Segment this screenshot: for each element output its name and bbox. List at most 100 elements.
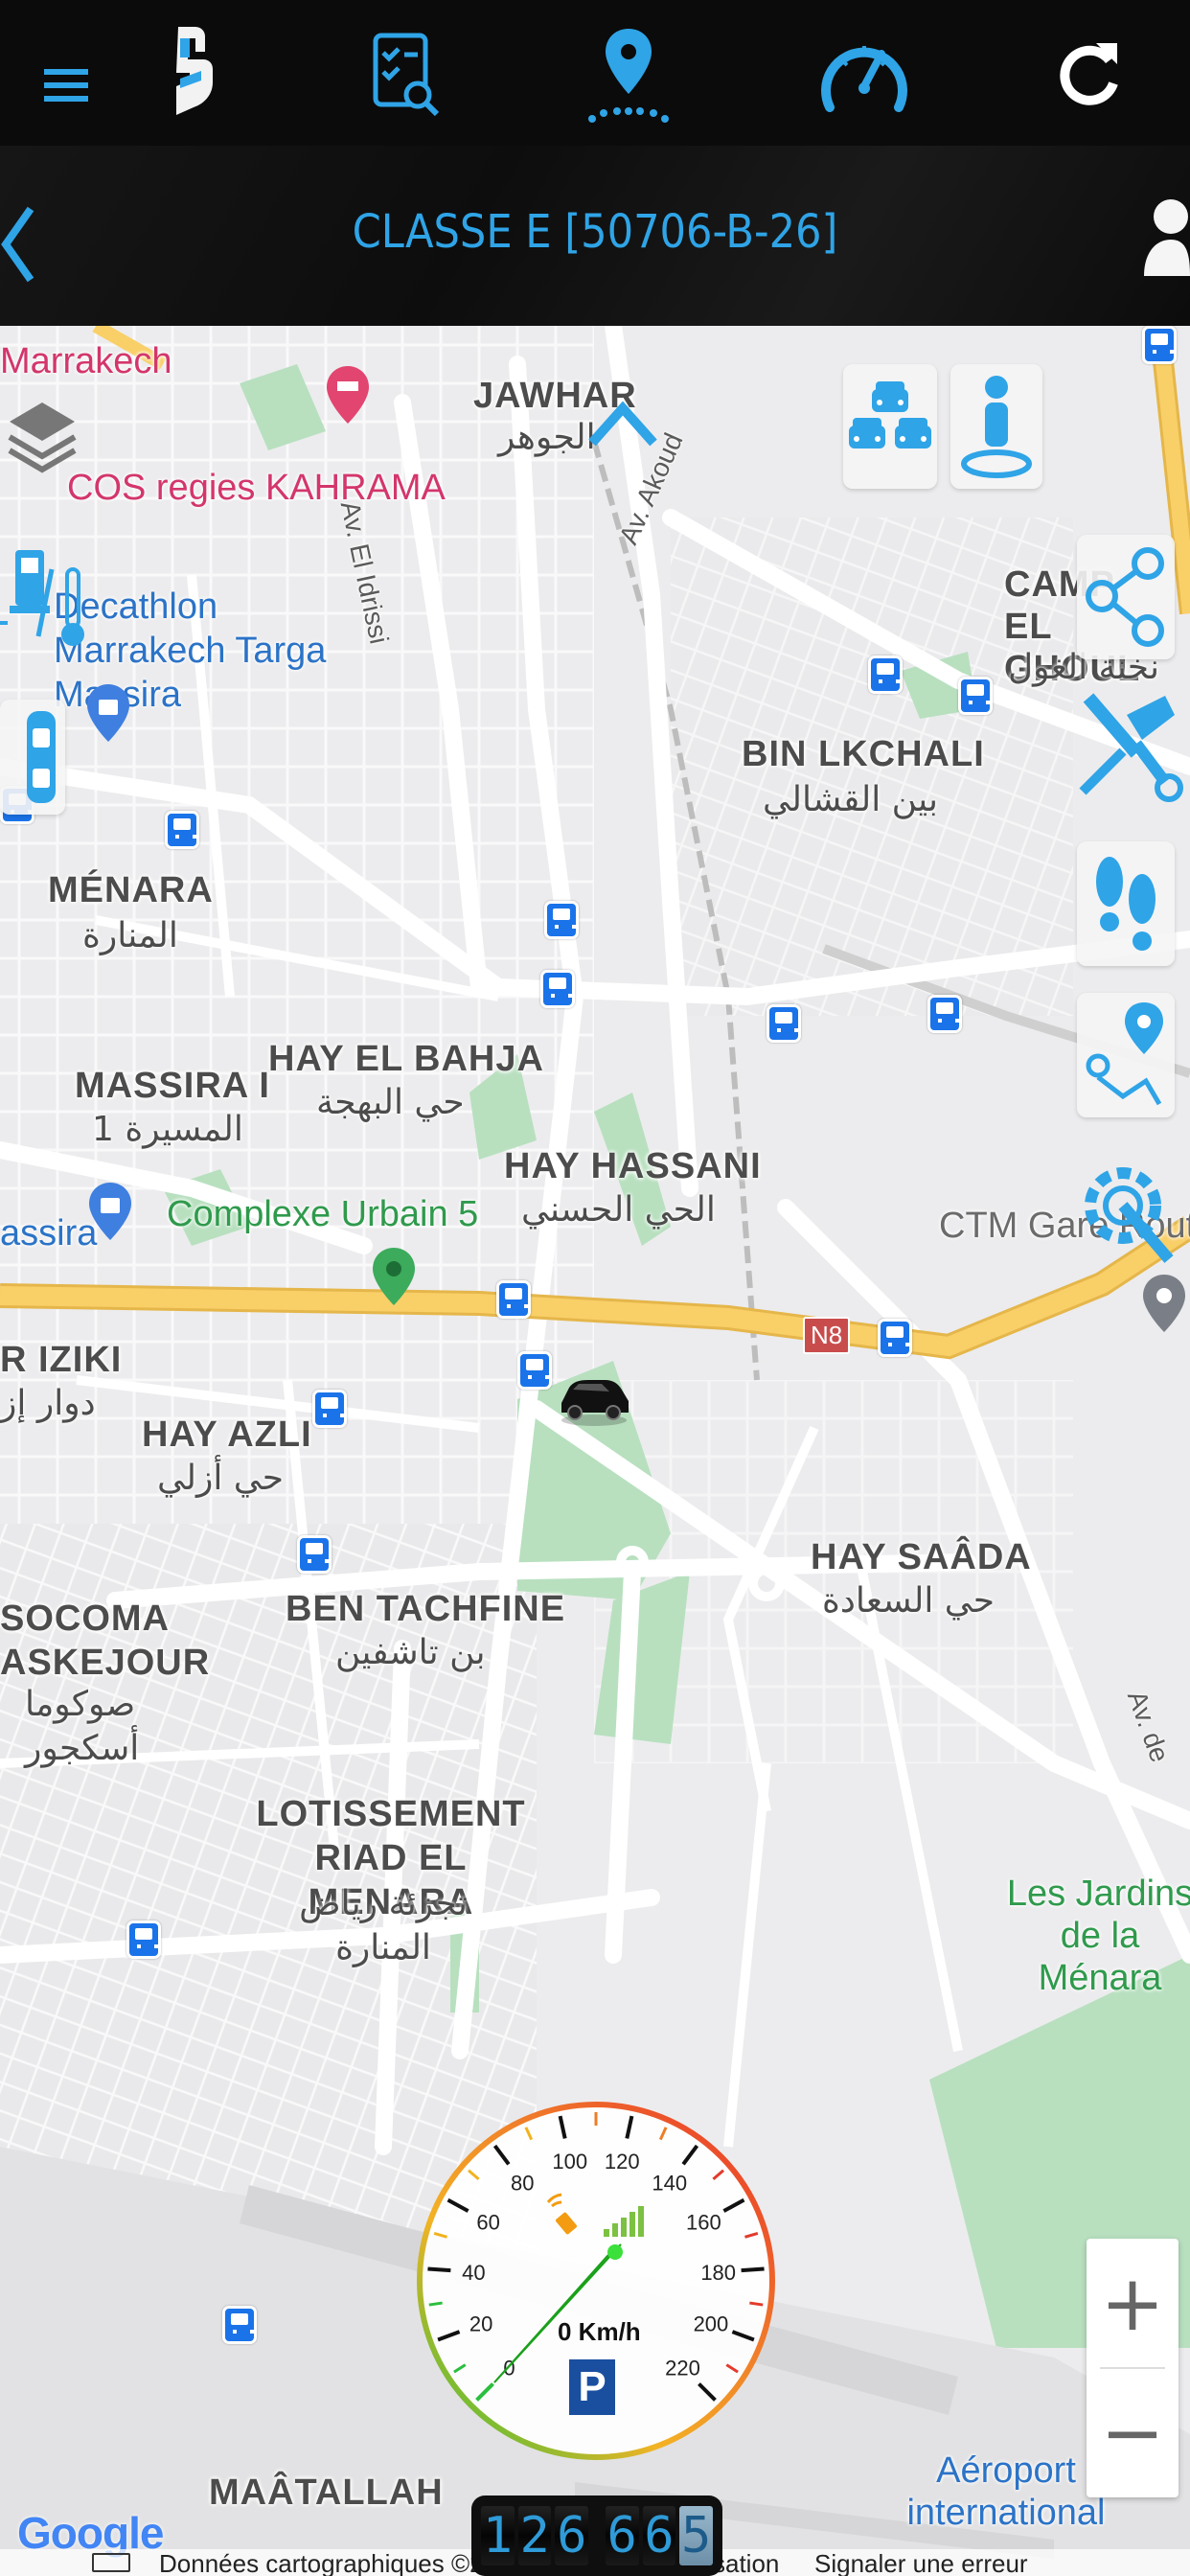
bus-stop-icon[interactable]: [927, 995, 962, 1033]
bus-stop-icon[interactable]: [312, 1390, 347, 1428]
district-riad-el-menara-ar-text: تجزئة رياض المنارة: [299, 1884, 468, 1967]
vehicle-marker-icon[interactable]: [556, 1370, 632, 1428]
bus-stop-icon[interactable]: [540, 970, 575, 1008]
footprints-button[interactable]: [1077, 841, 1175, 966]
gauge-tick-label: 140: [652, 2172, 687, 2196]
checklist-button[interactable]: [337, 10, 471, 134]
odometer-digit: 6: [605, 2506, 639, 2565]
bus-stop-icon[interactable]: [1142, 326, 1177, 364]
district-menara-ar: المنارة: [82, 916, 178, 955]
gauge-tick: [749, 2301, 764, 2307]
profile-button[interactable]: [1133, 188, 1190, 293]
bus-stop-icon[interactable]: [126, 1920, 161, 1959]
gauge-tick-label: 160: [686, 2211, 721, 2235]
bus-stop-icon[interactable]: [544, 901, 579, 939]
gauge-tick-label: 60: [476, 2211, 499, 2235]
checklist-search-icon: [373, 33, 440, 117]
chevron-up-icon: [588, 401, 657, 447]
poi-aeroport-text: Aéroport international: [906, 2450, 1106, 2533]
odometer-digit: 6: [642, 2506, 676, 2565]
app-root: CLASSE E [50706-B-26] Av. El Idrissi Av.…: [0, 0, 1190, 2576]
district-iziki: R IZIKI: [0, 1340, 123, 1380]
green-pin-icon[interactable]: [370, 1246, 418, 1307]
page-title: CLASSE E [50706-B-26]: [352, 205, 838, 259]
zoom-divider: [1100, 2367, 1165, 2369]
keyboard-icon: [92, 2553, 130, 2572]
settings-button[interactable]: [1069, 1152, 1184, 1276]
app-logo-icon: [176, 27, 213, 115]
bus-stop-icon[interactable]: [767, 1004, 801, 1043]
share-icon: [1086, 547, 1164, 647]
itinerary-button[interactable]: [1077, 993, 1175, 1117]
shopping-pin-icon[interactable]: [84, 682, 132, 744]
bus-stop-icon[interactable]: [496, 1280, 531, 1319]
fleet-button[interactable]: [843, 364, 937, 489]
zoom-controls: + −: [1087, 2239, 1179, 2497]
title-bar: CLASSE E [50706-B-26]: [0, 146, 1190, 326]
fleet-cars-icon: [849, 381, 931, 448]
odometer-digit: 6: [555, 2506, 589, 2565]
itinerary-pin-icon: [1086, 1002, 1163, 1106]
speed-readout: 0 Km/h: [558, 2317, 641, 2346]
gauge-tick-label: 40: [462, 2261, 485, 2285]
zoom-out-button[interactable]: −: [1087, 2368, 1179, 2497]
bus-stop-icon[interactable]: [958, 677, 993, 715]
poi-jardins-menara[interactable]: Les Jardins de la Ménara: [1004, 1873, 1190, 1999]
app-logo-button[interactable]: [123, 10, 257, 134]
driver-button[interactable]: [950, 364, 1042, 489]
report-error-link[interactable]: Signaler une erreur cartographique: [814, 2549, 1190, 2576]
door-button[interactable]: [0, 700, 65, 815]
odometer-digit: 2: [517, 2506, 552, 2565]
bus-stop-icon[interactable]: [517, 1351, 552, 1390]
refresh-button[interactable]: [1021, 10, 1156, 134]
poi-marrakech-top[interactable]: Marrakech: [0, 341, 172, 382]
bus-stop-icon[interactable]: [868, 656, 903, 694]
poi-complexe-urbain[interactable]: Complexe Urbain 5: [167, 1194, 478, 1235]
attribution-usage[interactable]: sation: [713, 2549, 779, 2576]
district-socoma-ar: صوكوما أسكجور: [25, 1683, 139, 1771]
tools-button[interactable]: [1069, 686, 1184, 811]
district-hay-el-bahja: HAY EL BAHJA: [268, 1039, 544, 1079]
zoom-in-button[interactable]: +: [1087, 2239, 1179, 2368]
gauge-tick-label: 0: [503, 2357, 515, 2380]
gauge-tick-label: 120: [605, 2150, 640, 2174]
person-location-icon: [961, 376, 1032, 478]
hotel-pin-icon[interactable]: [324, 364, 372, 426]
share-button[interactable]: [1077, 535, 1175, 659]
gauge-hub: [607, 2244, 623, 2260]
attribution-data: Données cartographiques ©2: [159, 2549, 484, 2576]
gauge-tick-label: 80: [511, 2172, 534, 2196]
district-maatallah: MAÂTALLAH: [209, 2472, 444, 2513]
fuel-temp-button[interactable]: [0, 531, 96, 656]
settings-wrench-icon: [1085, 1167, 1174, 1263]
gauge-tick-label: 220: [665, 2357, 700, 2380]
user-icon: [1144, 199, 1190, 276]
collapse-button[interactable]: [586, 395, 659, 452]
bus-stop-icon[interactable]: [878, 1319, 912, 1357]
layers-icon: [8, 402, 77, 473]
speed-gauge: 0 20 40 60 80 100 120 140 160 180 200 220 0 Km/h P: [412, 2080, 780, 2482]
gray-pin-icon[interactable]: [1140, 1273, 1188, 1334]
district-jawhar-ar: الجوهر: [498, 418, 596, 457]
speedometer-icon: [821, 46, 907, 112]
gauge-tick: [427, 2266, 451, 2273]
speed-button[interactable]: [797, 10, 931, 134]
poi-jardins-text: Les Jardins de la Ménara: [1006, 1874, 1190, 1998]
district-bin-lkchali-ar: بين القشالي: [763, 780, 938, 819]
bus-stop-icon[interactable]: [297, 1535, 332, 1574]
gauge-tick-label: 200: [694, 2312, 729, 2336]
refresh-icon: [1060, 43, 1118, 105]
map-view[interactable]: Av. El Idrissi Av. Akoud Av. de N8 JAWHA…: [0, 326, 1190, 2576]
poi-kahrama[interactable]: COS regies KAHRAMA: [67, 468, 446, 509]
bus-stop-icon[interactable]: [222, 2306, 257, 2344]
poi-massira[interactable]: assira: [0, 1213, 97, 1254]
district-hay-el-bahja-ar: حي البهجة: [316, 1083, 465, 1122]
shopping-pin-icon-2[interactable]: [86, 1181, 134, 1242]
layers-button[interactable]: [4, 383, 80, 479]
menu-button[interactable]: [0, 10, 134, 134]
route-button[interactable]: [561, 10, 696, 134]
fuel-temperature-icon: [0, 550, 84, 646]
odometer-digit: 5: [679, 2506, 713, 2565]
menu-icon: [44, 69, 88, 102]
bus-stop-icon[interactable]: [165, 811, 199, 849]
